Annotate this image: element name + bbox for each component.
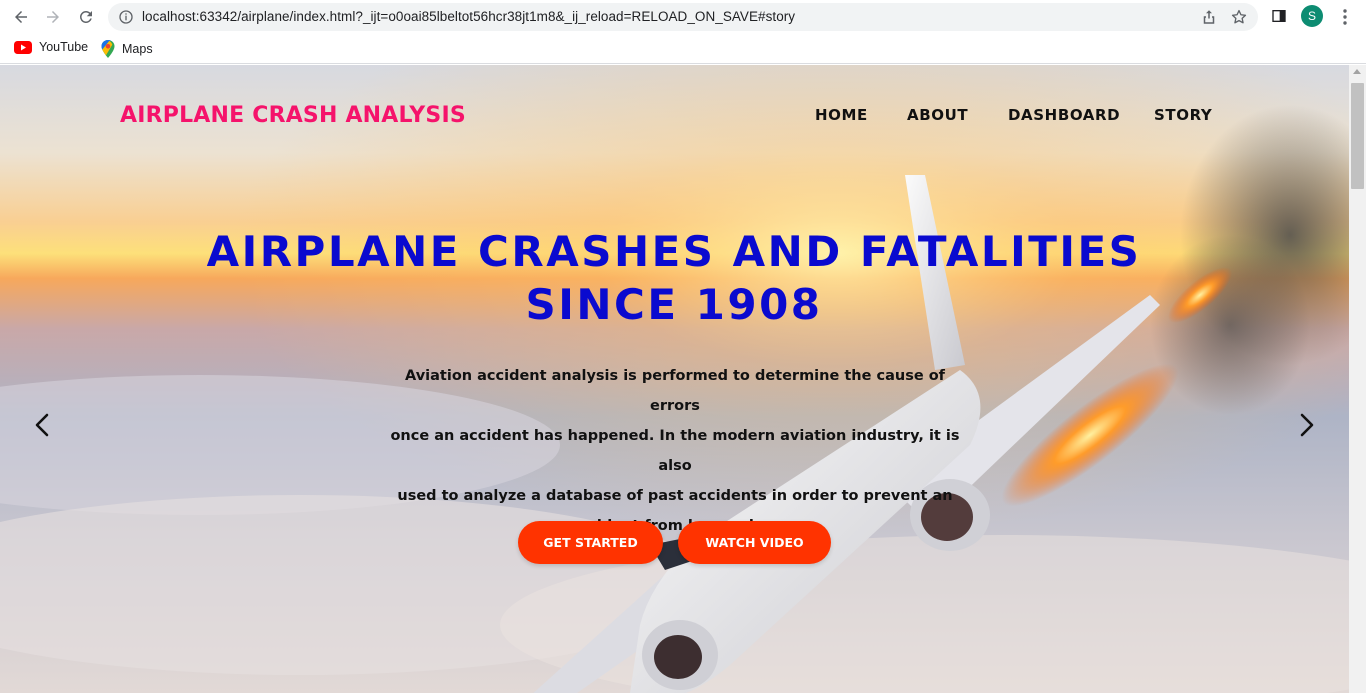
forward-button[interactable] (42, 6, 64, 28)
bookmark-label: Maps (122, 42, 153, 56)
watch-video-button[interactable]: WATCH VIDEO (678, 521, 831, 564)
info-icon[interactable] (118, 9, 134, 25)
scrollbar-thumb[interactable] (1351, 83, 1364, 189)
nav-about[interactable]: ABOUT (907, 106, 968, 124)
more-menu-icon[interactable] (1337, 7, 1353, 27)
back-arrow-icon (15, 11, 27, 23)
address-bar[interactable]: localhost:63342/airplane/index.html?_ijt… (108, 3, 1258, 31)
bookmark-star-icon[interactable] (1230, 8, 1248, 26)
url-text[interactable]: localhost:63342/airplane/index.html?_ijt… (142, 9, 795, 24)
hero-text-line: used to analyze a database of past accid… (397, 488, 953, 504)
scroll-up-arrow-icon[interactable] (1353, 69, 1361, 74)
reload-icon (79, 10, 92, 23)
youtube-icon (14, 40, 32, 54)
browser-toolbar: localhost:63342/airplane/index.html?_ijt… (0, 0, 1366, 34)
hero-description: Aviation accident analysis is performed … (385, 361, 965, 541)
hero-title-line: SINCE 1908 (525, 280, 823, 329)
hero-title: AIRPLANE CRASHES AND FATALITIES SINCE 19… (174, 225, 1174, 331)
profile-avatar[interactable]: S (1301, 5, 1323, 27)
page-viewport: AIRPLANE CRASH ANALYSIS HOME ABOUT DASHB… (0, 65, 1349, 693)
nav-dashboard[interactable]: DASHBOARD (1008, 106, 1120, 124)
hero-text-line: once an accident has happened. In the mo… (390, 428, 960, 474)
reload-button[interactable] (75, 6, 97, 28)
hero-text-line: accident from happening. (569, 518, 781, 534)
bookmark-maps[interactable]: Maps (101, 40, 153, 58)
carousel-next-icon[interactable] (1295, 412, 1317, 438)
get-started-button[interactable]: GET STARTED (518, 521, 663, 564)
bookmark-label: YouTube (39, 40, 89, 54)
back-button[interactable] (10, 6, 32, 28)
maps-icon (101, 40, 115, 58)
bookmarks-bar: YouTube Maps (0, 34, 1366, 64)
share-icon[interactable] (1200, 8, 1218, 26)
carousel-prev-icon[interactable] (32, 412, 54, 438)
hero-title-line: AIRPLANE CRASHES AND FATALITIES (206, 227, 1142, 276)
bookmark-youtube[interactable]: YouTube (14, 40, 88, 54)
nav-home[interactable]: HOME (815, 106, 868, 124)
nav-story[interactable]: STORY (1154, 106, 1212, 124)
hero-text-line: Aviation accident analysis is performed … (405, 368, 945, 414)
site-logo[interactable]: AIRPLANE CRASH ANALYSIS (120, 103, 466, 128)
forward-arrow-icon (47, 11, 59, 23)
side-panel-icon[interactable] (1271, 8, 1287, 24)
page-scrollbar[interactable] (1349, 65, 1366, 693)
